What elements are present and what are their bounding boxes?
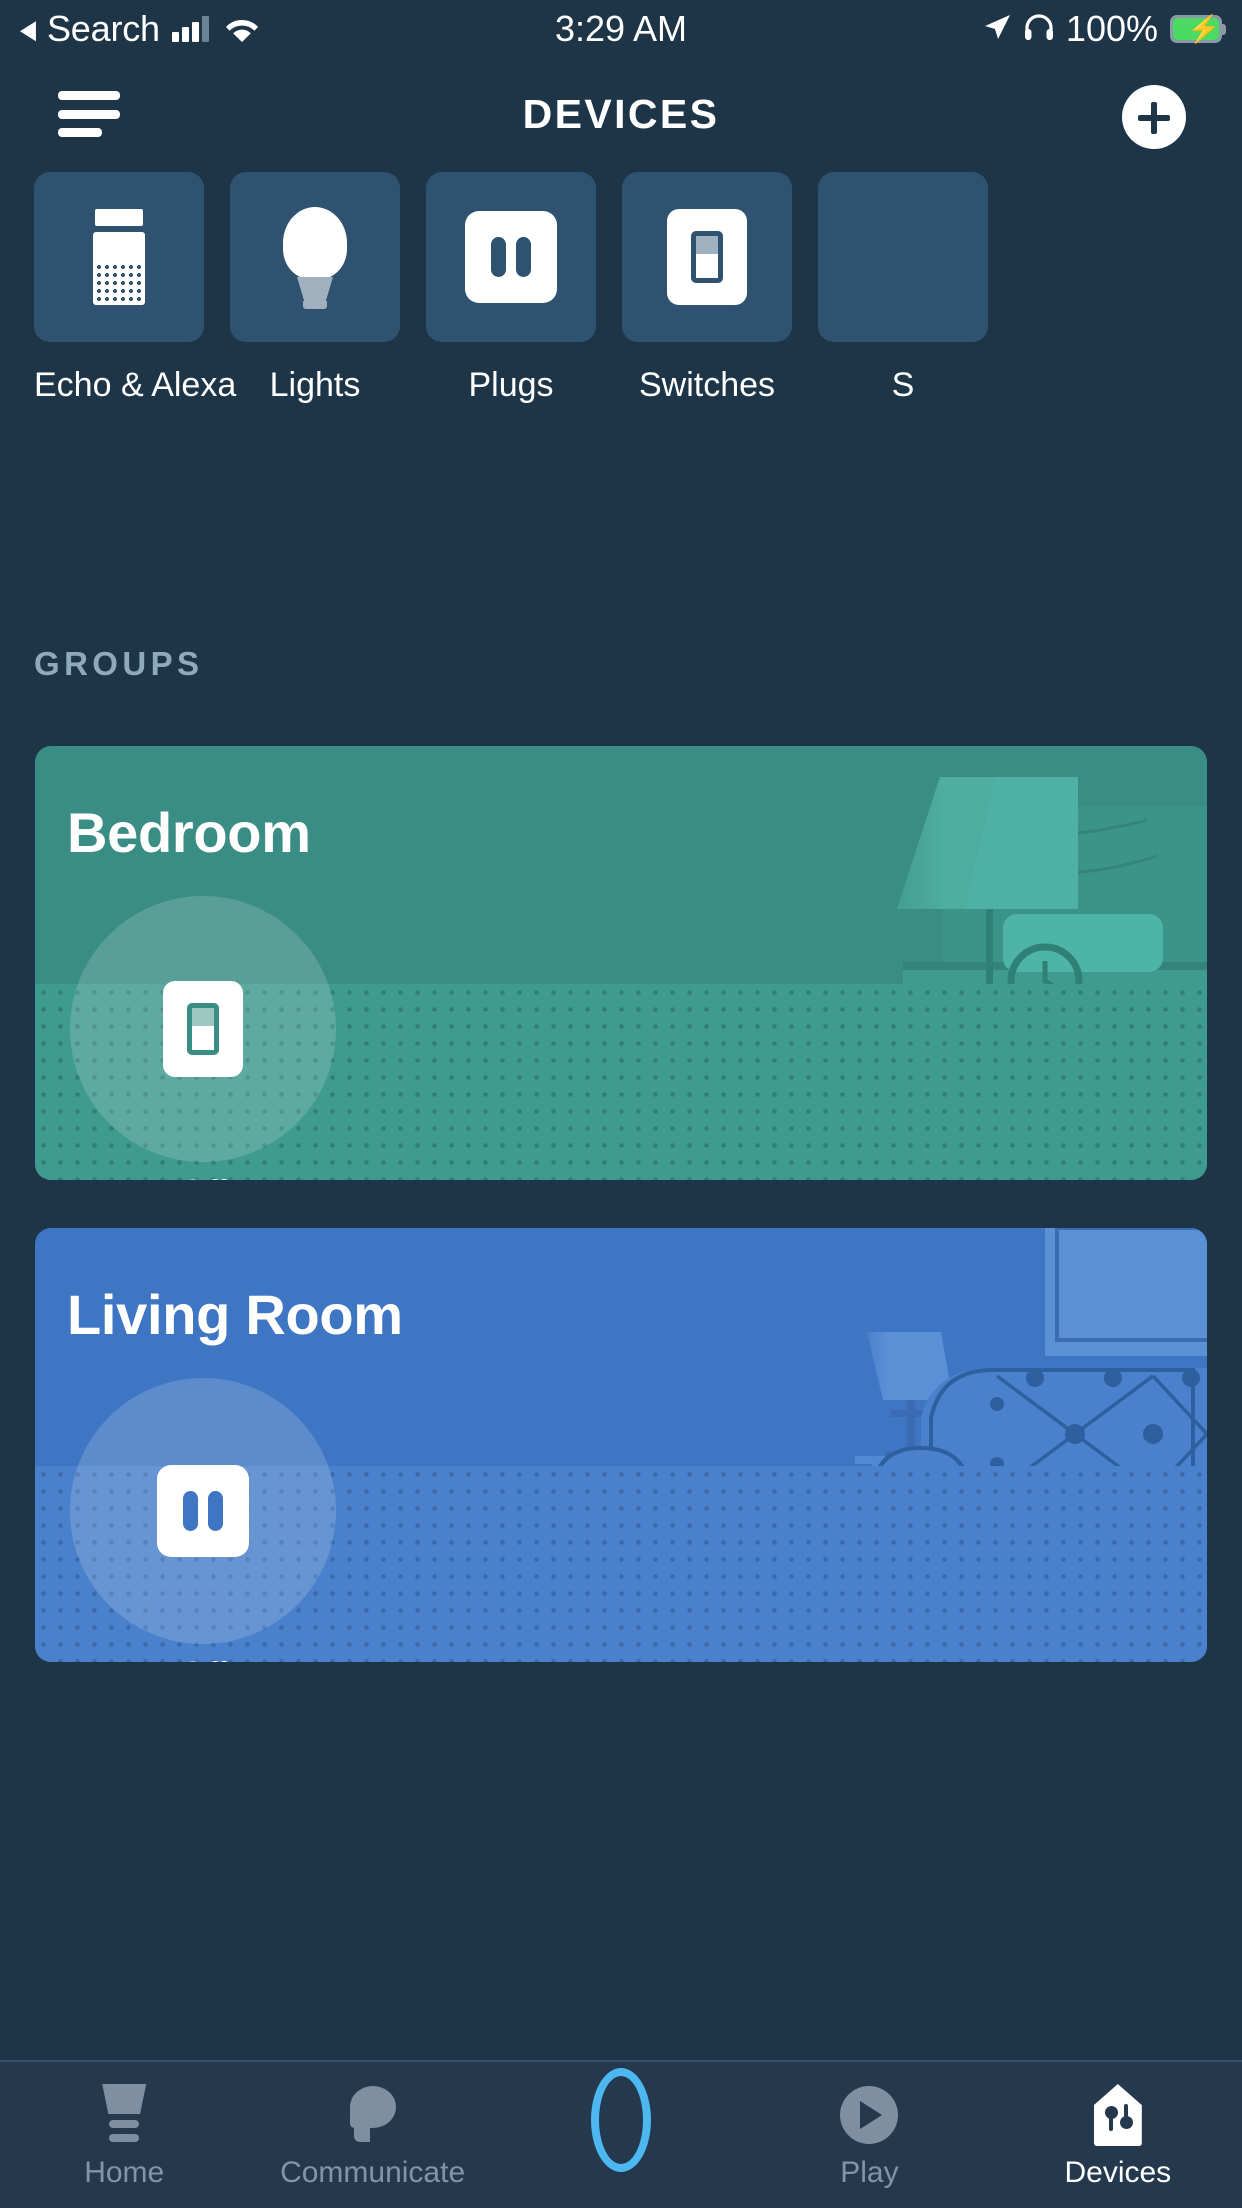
status-bar-right: 100% ⚡ — [982, 0, 1226, 58]
group-card-bedroom[interactable]: Bedroom Off — [35, 746, 1207, 1180]
group-name-living-room: Living Room — [67, 1283, 403, 1346]
category-label: Plugs — [468, 366, 554, 404]
category-plugs[interactable]: Plugs — [426, 172, 596, 462]
nav-item-home[interactable]: Home — [0, 2062, 248, 2208]
nav-label: Communicate — [280, 2156, 466, 2189]
light-bulb-icon — [277, 207, 353, 309]
echo-speaker-icon — [93, 209, 145, 305]
plug-outlet-icon — [157, 1465, 249, 1557]
battery-percent-label: 100% — [1065, 8, 1158, 49]
toggle-circle[interactable] — [70, 1378, 336, 1644]
group-state-living-room: Off — [70, 1654, 336, 1662]
nav-item-communicate[interactable]: Communicate — [248, 2062, 496, 2208]
category-partial-next[interactable]: S — [818, 172, 988, 462]
headphones-icon — [1024, 13, 1054, 46]
group-name-bedroom: Bedroom — [67, 801, 311, 864]
category-label: Switches — [638, 366, 776, 404]
play-circle-icon — [840, 2082, 899, 2148]
devices-house-icon — [1093, 2082, 1142, 2148]
location-arrow-icon — [982, 12, 1012, 47]
wall-switch-icon — [667, 209, 747, 305]
nav-item-devices[interactable]: Devices — [994, 2062, 1242, 2208]
chat-bubble-icon — [347, 2082, 399, 2148]
app-header: DEVICES — [0, 58, 1242, 168]
toggle-circle[interactable] — [70, 896, 336, 1162]
wall-switch-icon — [163, 981, 243, 1077]
alexa-ring-icon[interactable] — [591, 2068, 652, 2172]
category-tile[interactable] — [426, 172, 596, 342]
group-toggle-bedroom[interactable]: Off — [70, 896, 336, 1180]
battery-charging-icon: ⚡ — [1170, 15, 1226, 43]
nav-label: Play — [840, 2156, 899, 2189]
add-device-button[interactable] — [1122, 85, 1186, 149]
category-tile[interactable] — [818, 172, 988, 342]
group-card-living-room[interactable]: Living Room Off — [35, 1228, 1207, 1662]
page-title: DEVICES — [522, 91, 720, 137]
status-bar: ◀ Search 3:29 AM 100% ⚡ — [0, 0, 1242, 58]
category-tile[interactable] — [34, 172, 204, 342]
plug-outlet-icon — [465, 211, 557, 303]
app-root: ◀ Search 3:29 AM 100% ⚡ DEVICES Echo & A… — [0, 0, 1242, 2208]
category-label: Lights — [269, 366, 361, 404]
group-state-bedroom: Off — [70, 1172, 336, 1180]
category-tile[interactable] — [622, 172, 792, 342]
group-toggle-living-room[interactable]: Off — [70, 1378, 336, 1662]
category-tile[interactable] — [230, 172, 400, 342]
nav-label: Home — [84, 2156, 165, 2189]
bottom-navigation-bar: Home Communicate Play Devices — [0, 2060, 1242, 2208]
home-icon — [98, 2082, 150, 2148]
groups-section-title: GROUPS — [34, 645, 204, 682]
nav-item-play[interactable]: Play — [745, 2062, 993, 2208]
category-label: S — [891, 366, 915, 404]
category-lights[interactable]: Lights — [230, 172, 400, 462]
category-label: Echo & Alexa — [34, 366, 237, 404]
nav-item-alexa[interactable] — [497, 2062, 745, 2208]
category-switches[interactable]: Switches — [622, 172, 792, 462]
category-echo-alexa[interactable]: Echo & Alexa — [34, 172, 237, 462]
nav-label: Devices — [1064, 2156, 1172, 2189]
device-category-carousel[interactable]: Echo & Alexa Lights Plugs Switches S — [0, 172, 1242, 462]
